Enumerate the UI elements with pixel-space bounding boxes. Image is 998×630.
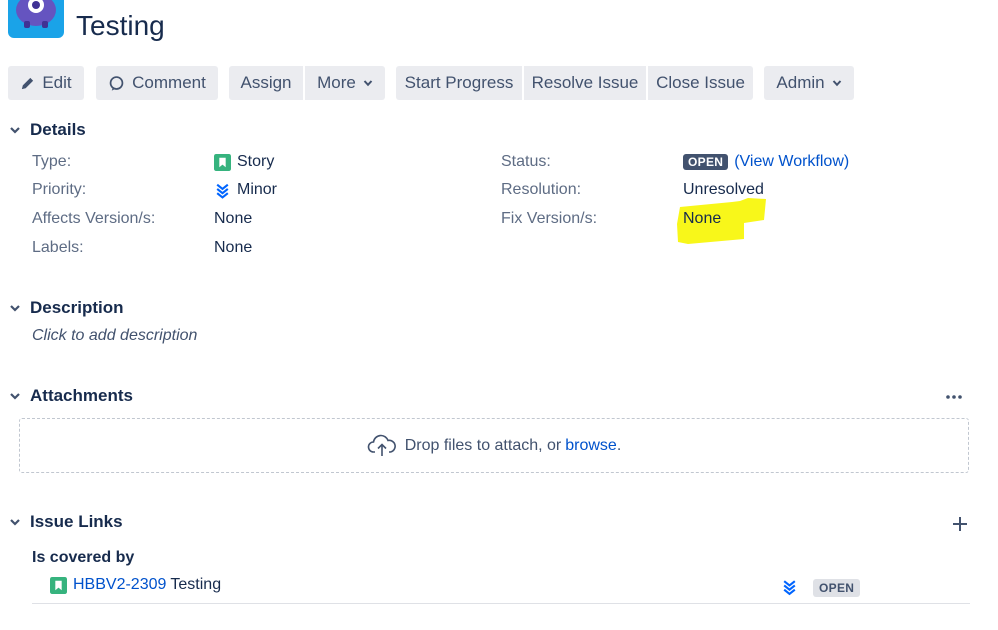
resolve-issue-button[interactable]: Resolve Issue xyxy=(524,66,646,100)
priority-minor-icon xyxy=(216,183,229,199)
more-button[interactable]: More xyxy=(305,66,385,100)
story-icon xyxy=(214,153,231,171)
attachments-section-toggle[interactable]: Attachments xyxy=(8,386,133,406)
details-section-toggle[interactable]: Details xyxy=(8,120,86,140)
chevron-down-icon xyxy=(10,393,20,400)
priority-value-text: Minor xyxy=(237,181,278,198)
comment-button-label: Comment xyxy=(132,73,206,92)
description-heading: Description xyxy=(30,298,124,317)
close-issue-label: Close Issue xyxy=(656,73,745,92)
priority-label: Priority: xyxy=(32,181,87,198)
priority-value[interactable]: Minor xyxy=(214,181,277,199)
description-placeholder[interactable]: Click to add description xyxy=(32,327,197,345)
more-button-label: More xyxy=(317,73,356,92)
resolution-value: Unresolved xyxy=(683,181,764,198)
type-value-text: Story xyxy=(237,153,275,170)
issue-title[interactable]: Testing xyxy=(76,6,165,46)
fix-versions-value[interactable]: None xyxy=(683,210,721,228)
add-link-button[interactable] xyxy=(950,514,970,539)
attachments-heading: Attachments xyxy=(30,386,133,405)
issue-links-heading: Issue Links xyxy=(30,512,123,531)
view-workflow-link[interactable]: View Workflow xyxy=(740,153,844,171)
browse-link[interactable]: browse xyxy=(565,437,617,454)
type-value[interactable]: Story xyxy=(214,153,274,171)
cloud-upload-icon xyxy=(367,434,396,456)
edit-button-label: Edit xyxy=(42,73,72,92)
assign-button-label: Assign xyxy=(240,73,292,92)
ellipsis-icon xyxy=(946,395,962,399)
affects-versions-value[interactable]: None xyxy=(214,210,252,228)
details-heading: Details xyxy=(30,120,86,139)
status-label: Status: xyxy=(501,153,551,170)
link-row-divider xyxy=(32,603,970,604)
project-avatar[interactable] xyxy=(8,0,64,38)
start-progress-label: Start Progress xyxy=(404,73,514,92)
plus-icon xyxy=(953,517,967,531)
status-value: OPEN (View Workflow) xyxy=(683,153,849,171)
resolve-issue-label: Resolve Issue xyxy=(531,73,639,92)
admin-button-label: Admin xyxy=(776,73,825,92)
status-badge: OPEN xyxy=(683,154,729,170)
labels-label: Labels: xyxy=(32,239,84,256)
view-workflow-paren-close: ) xyxy=(843,153,850,170)
linked-issue-status-badge: OPEN xyxy=(813,579,861,597)
labels-value[interactable]: None xyxy=(214,239,252,257)
chevron-down-icon xyxy=(832,80,841,87)
priority-minor-icon xyxy=(783,580,796,596)
linked-issue-summary[interactable]: Testing xyxy=(170,576,221,594)
fix-versions-label: Fix Version/s: xyxy=(501,210,598,227)
affects-versions-label: Affects Version/s: xyxy=(32,210,156,227)
admin-button[interactable]: Admin xyxy=(764,66,854,100)
resolution-label: Resolution: xyxy=(501,181,582,198)
chevron-down-icon xyxy=(363,80,373,87)
dropzone-period: . xyxy=(616,436,622,454)
linked-issue-row: HBBV2-2309 Testing xyxy=(50,576,221,594)
chevron-down-icon xyxy=(10,519,20,526)
comment-button[interactable]: Comment xyxy=(96,66,218,100)
close-issue-button[interactable]: Close Issue xyxy=(648,66,753,100)
linked-issue-status: OPEN xyxy=(813,579,861,597)
linked-issue-key[interactable]: HBBV2-2309 xyxy=(73,576,166,594)
issue-links-section-toggle[interactable]: Issue Links xyxy=(8,512,123,532)
assign-button[interactable]: Assign xyxy=(229,66,303,100)
chevron-down-icon xyxy=(10,127,20,134)
description-section-toggle[interactable]: Description xyxy=(8,298,124,318)
dropzone-text: Drop files to attach, or xyxy=(404,436,562,454)
pencil-icon xyxy=(22,77,34,89)
type-label: Type: xyxy=(32,153,72,170)
start-progress-button[interactable]: Start Progress xyxy=(396,66,522,100)
more-options-icon[interactable] xyxy=(944,386,964,411)
edit-button[interactable]: Edit xyxy=(8,66,84,100)
linked-issue-priority xyxy=(781,578,798,601)
chevron-down-icon xyxy=(10,305,20,312)
comment-icon xyxy=(109,75,124,91)
story-icon xyxy=(50,576,67,594)
attachment-dropzone[interactable]: Drop files to attach, or browse. xyxy=(19,418,969,473)
link-relation-label: Is covered by xyxy=(32,549,135,566)
